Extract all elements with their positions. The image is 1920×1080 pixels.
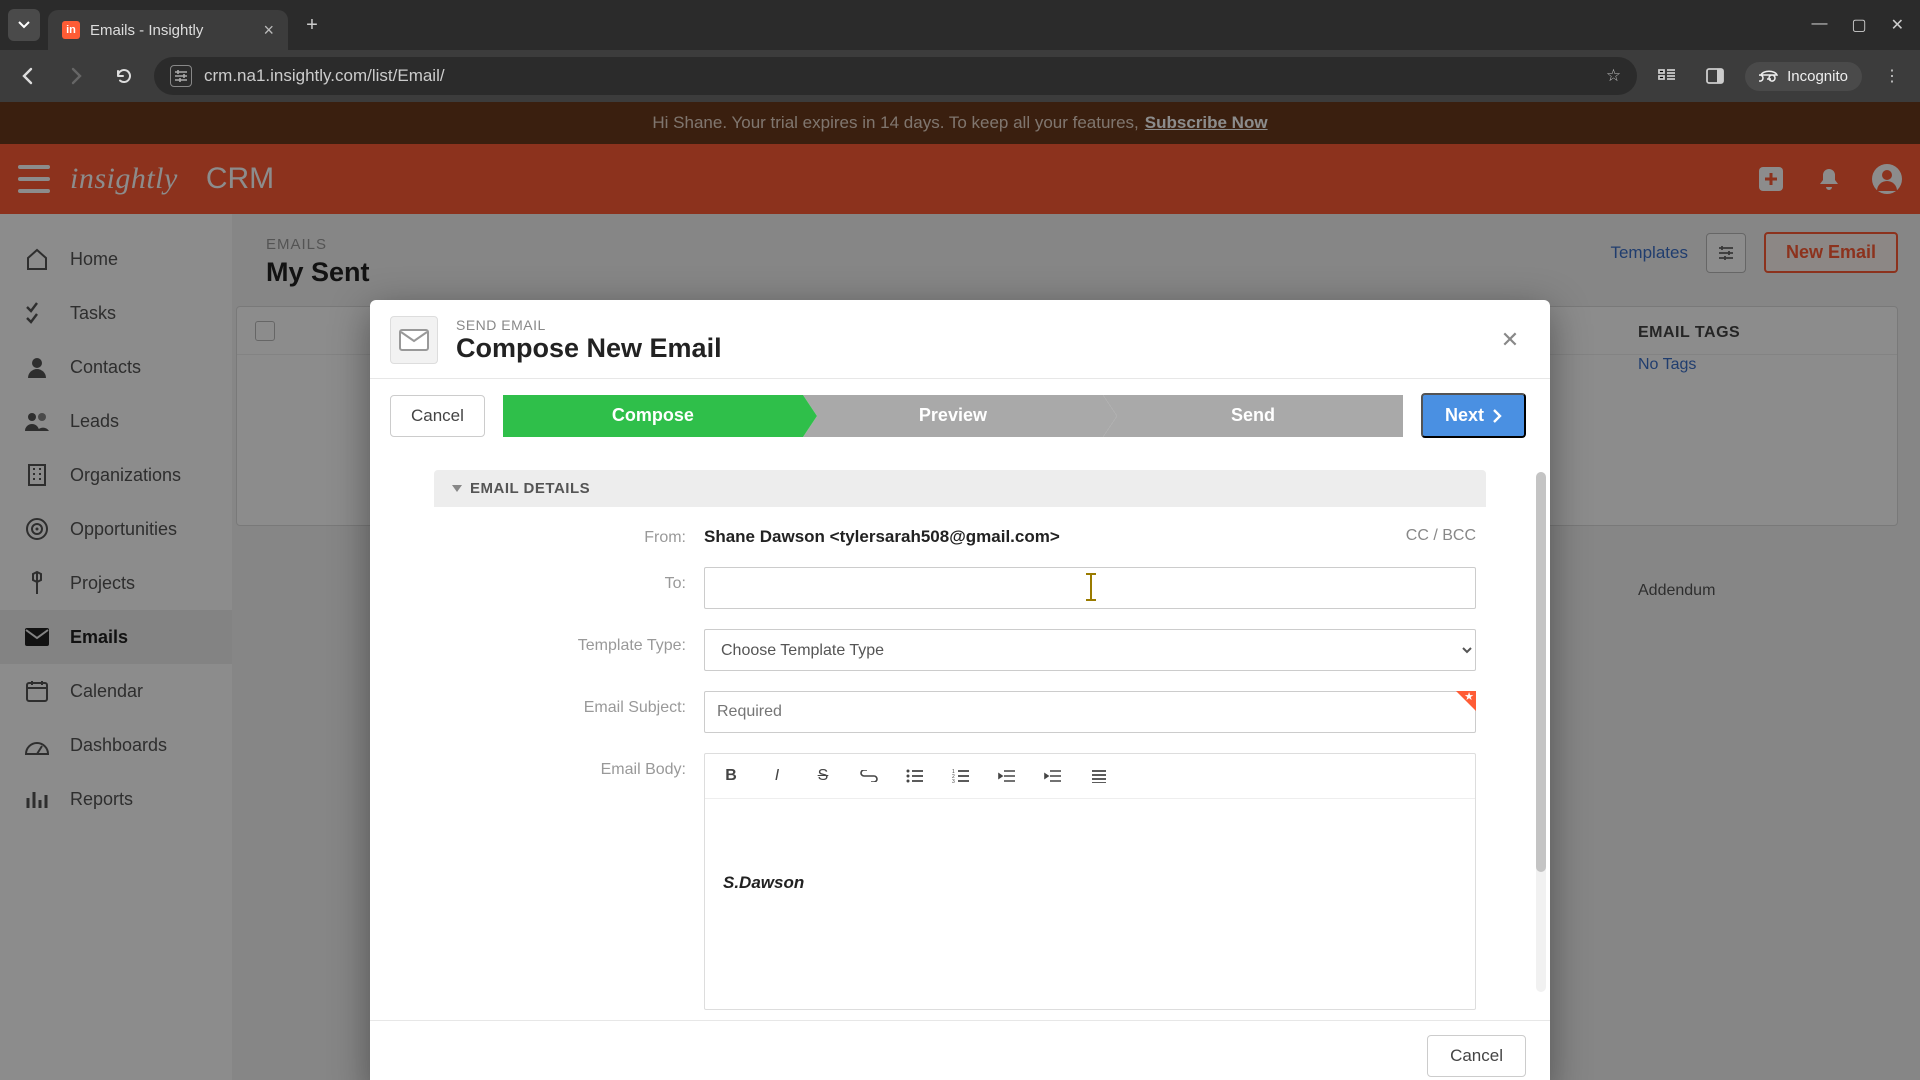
close-window-icon[interactable]: ✕ — [1891, 15, 1904, 35]
modal-scrollbar-thumb[interactable] — [1536, 472, 1546, 872]
forward-button[interactable] — [58, 58, 94, 94]
svg-text:3: 3 — [952, 779, 955, 783]
modal-title: Compose New Email — [456, 333, 722, 364]
required-star-icon: ★ — [1464, 690, 1474, 703]
numbered-list-button[interactable]: 123 — [947, 762, 975, 790]
step-send[interactable]: Send — [1103, 395, 1403, 437]
incognito-label: Incognito — [1787, 68, 1848, 85]
media-control-icon[interactable] — [1649, 58, 1685, 94]
outdent-button[interactable] — [993, 762, 1021, 790]
envelope-icon — [390, 316, 438, 364]
step-compose[interactable]: Compose — [503, 395, 803, 437]
app-viewport: Hi Shane. Your trial expires in 14 days.… — [0, 102, 1920, 1080]
tab-search-button[interactable] — [8, 9, 40, 41]
new-tab-button[interactable]: + — [296, 9, 328, 41]
side-panel-icon[interactable] — [1697, 58, 1733, 94]
chevron-down-icon — [452, 485, 462, 492]
signature-text: S.Dawson — [723, 873, 1457, 893]
modal-footer: Cancel — [370, 1020, 1550, 1080]
back-button[interactable] — [10, 58, 46, 94]
compose-email-modal: SEND EMAIL Compose New Email ✕ Cancel Co… — [370, 300, 1550, 1080]
email-body-textarea[interactable]: S.Dawson — [705, 799, 1475, 1009]
tab-strip: in Emails - Insightly × + — [8, 0, 328, 50]
browser-menu-button[interactable]: ⋮ — [1874, 58, 1910, 94]
indent-button[interactable] — [1039, 762, 1067, 790]
cancel-button-top[interactable]: Cancel — [390, 395, 485, 437]
link-button[interactable] — [855, 762, 883, 790]
cc-bcc-toggle[interactable]: CC / BCC — [1406, 527, 1476, 547]
cancel-button-bottom[interactable]: Cancel — [1427, 1035, 1526, 1077]
browser-titlebar: in Emails - Insightly × + — ▢ ✕ — [0, 0, 1920, 50]
address-bar[interactable]: crm.na1.insightly.com/list/Email/ ☆ — [154, 57, 1637, 95]
from-value: Shane Dawson <tylersarah508@gmail.com> — [704, 527, 1060, 547]
modal-header: SEND EMAIL Compose New Email ✕ — [370, 300, 1550, 379]
subject-label: Email Subject: — [494, 691, 704, 717]
subject-input[interactable] — [704, 691, 1476, 733]
template-label: Template Type: — [494, 629, 704, 655]
browser-toolbar: crm.na1.insightly.com/list/Email/ ☆ Inco… — [0, 50, 1920, 102]
template-select[interactable]: Choose Template Type — [704, 629, 1476, 671]
modal-step-bar: Cancel Compose Preview Send Next — [370, 379, 1550, 452]
incognito-icon — [1759, 69, 1779, 83]
reload-button[interactable] — [106, 58, 142, 94]
url-text: crm.na1.insightly.com/list/Email/ — [204, 66, 445, 86]
bold-button[interactable]: B — [717, 762, 745, 790]
minimize-icon[interactable]: — — [1811, 15, 1827, 35]
to-label: To: — [494, 567, 704, 593]
site-settings-icon[interactable] — [170, 65, 192, 87]
chevron-right-icon — [1492, 409, 1502, 423]
body-label: Email Body: — [494, 753, 704, 779]
justify-button[interactable] — [1085, 762, 1113, 790]
next-button[interactable]: Next — [1421, 393, 1526, 438]
section-email-details[interactable]: EMAIL DETAILS — [434, 470, 1486, 507]
next-label: Next — [1445, 405, 1484, 426]
italic-button[interactable]: I — [763, 762, 791, 790]
bullet-list-button[interactable] — [901, 762, 929, 790]
browser-tab-active[interactable]: in Emails - Insightly × — [48, 10, 288, 50]
editor-toolbar: B I S 123 — [705, 754, 1475, 799]
incognito-indicator[interactable]: Incognito — [1745, 62, 1862, 91]
strike-button[interactable]: S — [809, 762, 837, 790]
editor: B I S 123 S.Dawson — [704, 753, 1476, 1010]
modal-body: EMAIL DETAILS From: Shane Dawson <tylers… — [370, 452, 1550, 1020]
step-preview[interactable]: Preview — [803, 395, 1103, 437]
text-cursor-icon — [1090, 575, 1092, 599]
step-label: Compose — [612, 405, 694, 426]
from-label: From: — [494, 521, 704, 547]
section-label: EMAIL DETAILS — [470, 480, 590, 497]
modal-close-button[interactable]: ✕ — [1494, 324, 1526, 356]
modal-pretitle: SEND EMAIL — [456, 317, 722, 333]
bookmark-star-icon[interactable]: ☆ — [1606, 66, 1621, 86]
step-label: Preview — [919, 405, 987, 426]
tab-title: Emails - Insightly — [90, 22, 203, 39]
maximize-icon[interactable]: ▢ — [1851, 15, 1866, 35]
favicon-icon: in — [62, 21, 80, 39]
window-controls: — ▢ ✕ — [1811, 15, 1912, 35]
tab-close-button[interactable]: × — [263, 20, 274, 41]
step-label: Send — [1231, 405, 1275, 426]
modal-scrollbar-track[interactable] — [1536, 472, 1546, 992]
